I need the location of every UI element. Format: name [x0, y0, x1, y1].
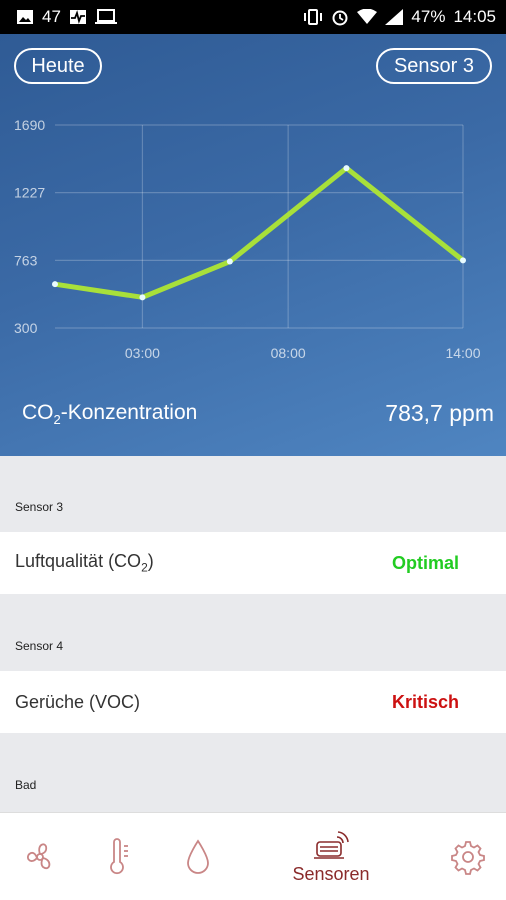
- nav-item-fan[interactable]: [18, 813, 62, 900]
- row-label-text: Luftqualität (CO: [15, 551, 142, 572]
- x-tick-label: 14:00: [445, 345, 480, 361]
- series-line: [52, 165, 466, 300]
- data-point: [52, 281, 58, 288]
- metric-label-suffix: -Konzentration: [60, 401, 198, 424]
- section-header-bad: Bad: [0, 734, 506, 810]
- section-header-sensor-3: Sensor 3: [0, 456, 506, 532]
- bottom-nav: Sensoren: [0, 812, 506, 900]
- alarm-icon: [332, 10, 348, 26]
- wifi-icon: [357, 9, 378, 24]
- status-badge: Optimal: [391, 552, 459, 573]
- section-title: Sensor 4: [15, 639, 64, 653]
- section-header-sensor-4: Sensor 4: [0, 595, 506, 671]
- x-tick-label: 03:00: [125, 345, 160, 361]
- data-point: [460, 257, 466, 264]
- row-label: Gerüche (VOC): [15, 691, 141, 712]
- vibrate-icon: [304, 9, 323, 25]
- sensor-icon: [311, 830, 351, 862]
- y-tick-label: 1227: [14, 185, 45, 201]
- droplet-icon: [185, 838, 211, 876]
- notification-count: 47: [42, 7, 61, 26]
- metric-label: CO2-Konzentration: [22, 401, 197, 427]
- row-label-sub: 2: [141, 560, 148, 575]
- x-tick-label: 08:00: [271, 345, 306, 361]
- data-point: [226, 258, 233, 265]
- row-label-end: ): [147, 551, 154, 572]
- data-point: [139, 294, 146, 301]
- metric-label-prefix: CO: [22, 401, 54, 424]
- co2-line-chart: 1690 1227 763 300 03:00 08:00 14:00: [14, 117, 481, 361]
- period-button[interactable]: Heute: [14, 48, 102, 84]
- metric-value: 783,7 ppm: [385, 400, 494, 426]
- clock: 14:05: [453, 7, 496, 26]
- pulse-icon: [69, 10, 86, 24]
- y-tick-label: 763: [14, 252, 38, 268]
- list-item-air-quality[interactable]: Luftqualität (CO2) Optimal: [0, 532, 506, 594]
- y-tick-label: 300: [14, 320, 38, 336]
- nav-label-sensors: Sensoren: [292, 863, 370, 884]
- nav-item-humidity[interactable]: [180, 813, 216, 900]
- status-bar: 47 47% 14:05: [0, 0, 506, 34]
- nav-item-sensors[interactable]: Sensoren: [285, 813, 377, 900]
- fan-icon: [22, 839, 58, 875]
- signal-icon: [385, 9, 404, 25]
- gear-icon: [450, 839, 486, 875]
- metric-label-sub: 2: [53, 412, 61, 428]
- battery-level: 47%: [411, 7, 446, 26]
- thermometer-icon: [104, 838, 132, 876]
- nav-item-temperature[interactable]: [100, 813, 136, 900]
- nav-item-settings[interactable]: [448, 813, 488, 900]
- sensor-button[interactable]: Sensor 3: [376, 48, 492, 84]
- section-title: Bad: [15, 778, 37, 792]
- status-badge: Kritisch: [391, 691, 459, 712]
- laptop-icon: [94, 9, 117, 24]
- y-tick-label: 1690: [14, 117, 45, 133]
- list-item-odors[interactable]: Gerüche (VOC) Kritisch: [0, 671, 506, 733]
- row-label: Luftqualität (CO2): [15, 551, 154, 575]
- section-title: Sensor 3: [15, 500, 64, 514]
- data-point: [343, 165, 350, 172]
- image-icon: [17, 10, 33, 24]
- chart-panel: 1690 1227 763 300 03:00 08:00 14:00 Heute Sens…: [0, 34, 506, 456]
